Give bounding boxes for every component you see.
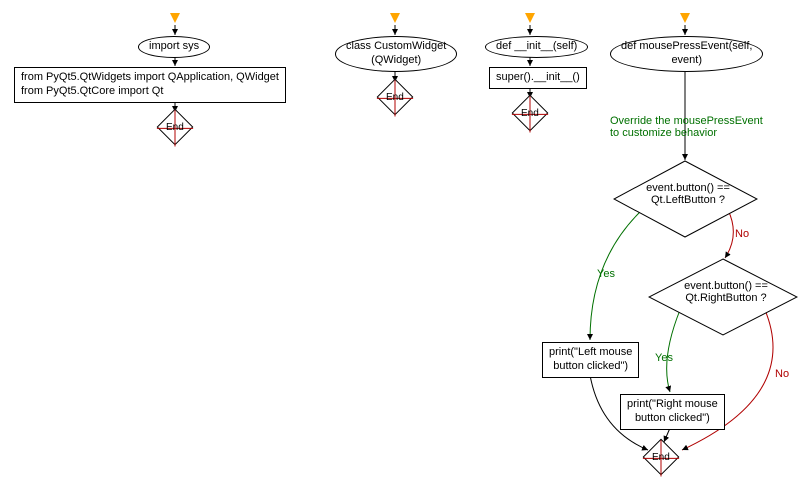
node-print-left: print("Left mouse button clicked") bbox=[542, 342, 639, 378]
rect-label: print("Left mouse button clicked") bbox=[542, 342, 639, 378]
ellipse-label: def mousePressEvent(self, event) bbox=[610, 36, 763, 72]
edge-label-yes: Yes bbox=[597, 268, 615, 280]
node-def-mousepressevent: def mousePressEvent(self, event) bbox=[610, 36, 763, 72]
end-terminator bbox=[643, 439, 680, 476]
ellipse-label: class CustomWidget (QWidget) bbox=[335, 36, 457, 72]
decision-right-button: event.button() == Qt.RightButton ? bbox=[648, 258, 798, 339]
flowchart-canvas: import sys from PyQt5.QtWidgets import Q… bbox=[0, 0, 799, 502]
end-terminator bbox=[512, 95, 549, 132]
end-cross-icon bbox=[512, 96, 549, 133]
comment-override: Override the mousePressEvent to customiz… bbox=[610, 115, 763, 139]
decision-label: event.button() == Qt.RightButton ? bbox=[680, 280, 772, 304]
end-terminator bbox=[377, 79, 414, 116]
decision-label: event.button() == Qt.LeftButton ? bbox=[643, 182, 733, 206]
rect-label: super().__init__() bbox=[489, 67, 587, 89]
start-icon bbox=[525, 13, 535, 23]
rect-label: print("Right mouse button clicked") bbox=[620, 394, 725, 430]
edge-label-no: No bbox=[735, 228, 749, 240]
start-icon bbox=[680, 13, 690, 23]
start-icon bbox=[390, 13, 400, 23]
node-import-sys: import sys bbox=[138, 36, 210, 58]
end-cross-icon bbox=[643, 440, 680, 477]
ellipse-label: def __init__(self) bbox=[485, 36, 588, 58]
node-super-init: super().__init__() bbox=[489, 67, 587, 89]
edge-label-no: No bbox=[775, 368, 789, 380]
edge-label-yes: Yes bbox=[655, 352, 673, 364]
ellipse-label: import sys bbox=[138, 36, 210, 58]
end-terminator bbox=[157, 109, 194, 146]
rect-label: from PyQt5.QtWidgets import QApplication… bbox=[14, 67, 286, 103]
node-class-customwidget: class CustomWidget (QWidget) bbox=[335, 36, 457, 72]
end-cross-icon bbox=[377, 80, 414, 117]
start-icon bbox=[170, 13, 180, 23]
node-def-init: def __init__(self) bbox=[485, 36, 588, 58]
end-cross-icon bbox=[157, 110, 194, 147]
node-print-right: print("Right mouse button clicked") bbox=[620, 394, 725, 430]
node-imports-rect: from PyQt5.QtWidgets import QApplication… bbox=[14, 67, 286, 103]
